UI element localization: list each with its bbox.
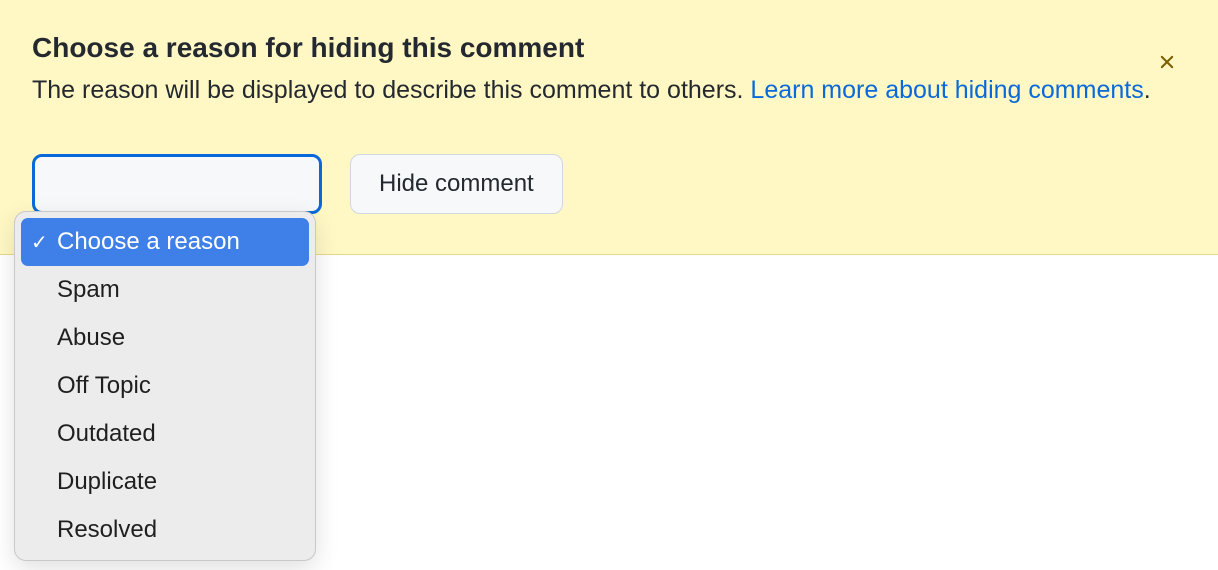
learn-more-link[interactable]: Learn more about hiding comments	[750, 76, 1143, 104]
close-icon	[1156, 48, 1178, 79]
banner-subtitle-text: The reason will be displayed to describe…	[32, 76, 750, 104]
banner-subtitle: The reason will be displayed to describe…	[32, 72, 1162, 110]
dropdown-option-label: Outdated	[57, 416, 156, 452]
check-icon	[31, 224, 57, 260]
dropdown-option-outdated[interactable]: Outdated	[21, 410, 309, 458]
reason-select[interactable]	[32, 154, 322, 214]
dropdown-option-duplicate[interactable]: Duplicate	[21, 458, 309, 506]
dropdown-option-placeholder[interactable]: Choose a reason	[21, 218, 309, 266]
dropdown-option-resolved[interactable]: Resolved	[21, 506, 309, 554]
dropdown-option-abuse[interactable]: Abuse	[21, 314, 309, 362]
dropdown-option-label: Off Topic	[57, 368, 151, 404]
controls-row: Hide comment	[32, 154, 1186, 214]
hide-comment-button[interactable]: Hide comment	[350, 154, 563, 214]
dropdown-option-label: Resolved	[57, 512, 157, 548]
dropdown-option-label: Spam	[57, 272, 120, 308]
dropdown-option-off-topic[interactable]: Off Topic	[21, 362, 309, 410]
dropdown-option-spam[interactable]: Spam	[21, 266, 309, 314]
banner-title: Choose a reason for hiding this comment	[32, 32, 1186, 64]
dropdown-option-label: Choose a reason	[57, 224, 240, 260]
reason-dropdown: Choose a reason Spam Abuse Off Topic Out…	[14, 211, 316, 561]
close-button[interactable]	[1152, 46, 1182, 82]
banner-subtitle-suffix: .	[1144, 76, 1151, 104]
dropdown-option-label: Duplicate	[57, 464, 157, 500]
dropdown-option-label: Abuse	[57, 320, 125, 356]
